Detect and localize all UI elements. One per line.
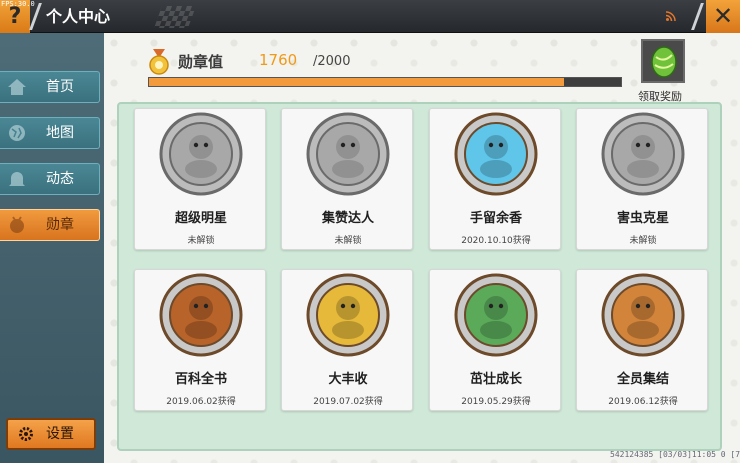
badge-emblem-icon (454, 273, 538, 357)
medal-progress-fill (149, 78, 565, 86)
home-icon (8, 79, 26, 95)
medal-value-label: 勋章值 (178, 53, 224, 71)
sidebar-item-label: 勋章 (46, 217, 74, 233)
sidebar-item-label: 首页 (46, 79, 74, 95)
badge-card[interactable]: 百科全书 2019.06.02获得 (134, 269, 266, 411)
version-info: 542124385 [03/03]11:05 0 [7]0.52.1 (610, 450, 740, 459)
medal-summary: 勋章值 1760 /2000 领取奖励 (104, 33, 740, 103)
divider (691, 3, 704, 30)
badge-name: 害虫克星 (616, 211, 669, 226)
badge-name: 超级明星 (174, 211, 227, 226)
badge-emblem-icon (159, 112, 243, 196)
badge-name: 手留余香 (469, 211, 522, 226)
badge-card[interactable]: 全员集结 2019.06.12获得 (576, 269, 708, 411)
badge-name: 大丰收 (328, 372, 368, 387)
badge-card[interactable]: 害虫克星 未解锁 (576, 108, 708, 250)
badge-status: 2019.05.29获得 (461, 397, 531, 407)
badge-emblem-icon (601, 112, 685, 196)
close-button[interactable]: ✕ (706, 0, 740, 33)
badge-status: 未解锁 (187, 236, 215, 246)
medal-progress-bar (148, 77, 622, 87)
badge-grid: 超级明星 未解锁 集赞达人 未解锁 手留余香 2020.10.10获得 害虫克星 未解锁 百科全… (117, 102, 722, 451)
badge-card[interactable]: 集赞达人 未解锁 (281, 108, 413, 250)
medal-icon (10, 216, 24, 233)
sidebar-item-label: 动态 (46, 171, 74, 187)
fps-counter: FPS:30.0 (1, 0, 35, 8)
badge-status: 2019.06.02获得 (166, 397, 236, 407)
signal-icon (666, 11, 676, 21)
sidebar-item-home[interactable]: 首页 (0, 71, 100, 103)
close-icon: ✕ (712, 2, 734, 30)
checkered-decoration (153, 6, 197, 28)
badge-emblem-icon (159, 273, 243, 357)
badge-name: 全员集结 (616, 372, 669, 387)
gear-icon (19, 427, 33, 441)
badge-status: 未解锁 (334, 236, 362, 246)
bell-icon (9, 172, 25, 186)
badge-status: 2020.10.10获得 (461, 236, 531, 246)
settings-label: 设置 (46, 426, 74, 442)
reward-button[interactable] (641, 39, 685, 83)
sidebar-item-map[interactable]: 地图 (0, 117, 100, 149)
main-panel: 勋章值 1760 /2000 领取奖励 超级明星 未解锁 集赞达人 未解锁 手留余香 20… (104, 33, 740, 463)
reward-egg-icon (651, 46, 677, 78)
medal-value-icon (149, 49, 169, 75)
badge-emblem-icon (601, 273, 685, 357)
medal-value-max: /2000 (313, 54, 351, 69)
badge-status: 2019.06.12获得 (608, 397, 678, 407)
badge-name: 茁壮成长 (469, 372, 522, 387)
sidebar-item-medals[interactable]: 勋章 (0, 209, 100, 241)
medal-value-current: 1760 (259, 51, 298, 69)
top-bar: ? FPS:30.0 个人中心 ✕ (0, 0, 740, 33)
page-title: 个人中心 (46, 7, 111, 26)
sidebar: 首页 地图 动态 勋章 设置 (0, 33, 104, 463)
badge-card[interactable]: 茁壮成长 2019.05.29获得 (429, 269, 561, 411)
settings-button[interactable]: 设置 (6, 418, 96, 450)
badge-card[interactable]: 手留余香 2020.10.10获得 (429, 108, 561, 250)
badge-card[interactable]: 超级明星 未解锁 (134, 108, 266, 250)
badge-name: 集赞达人 (321, 211, 374, 226)
badge-card[interactable]: 大丰收 2019.07.02获得 (281, 269, 413, 411)
badge-emblem-icon (306, 273, 390, 357)
badge-emblem-icon (306, 112, 390, 196)
sidebar-item-label: 地图 (46, 125, 74, 141)
badge-name: 百科全书 (174, 372, 227, 387)
map-icon (9, 125, 25, 141)
sidebar-item-feed[interactable]: 动态 (0, 163, 100, 195)
badge-emblem-icon (454, 112, 538, 196)
badge-status: 2019.07.02获得 (313, 397, 383, 407)
badge-status: 未解锁 (629, 236, 657, 246)
